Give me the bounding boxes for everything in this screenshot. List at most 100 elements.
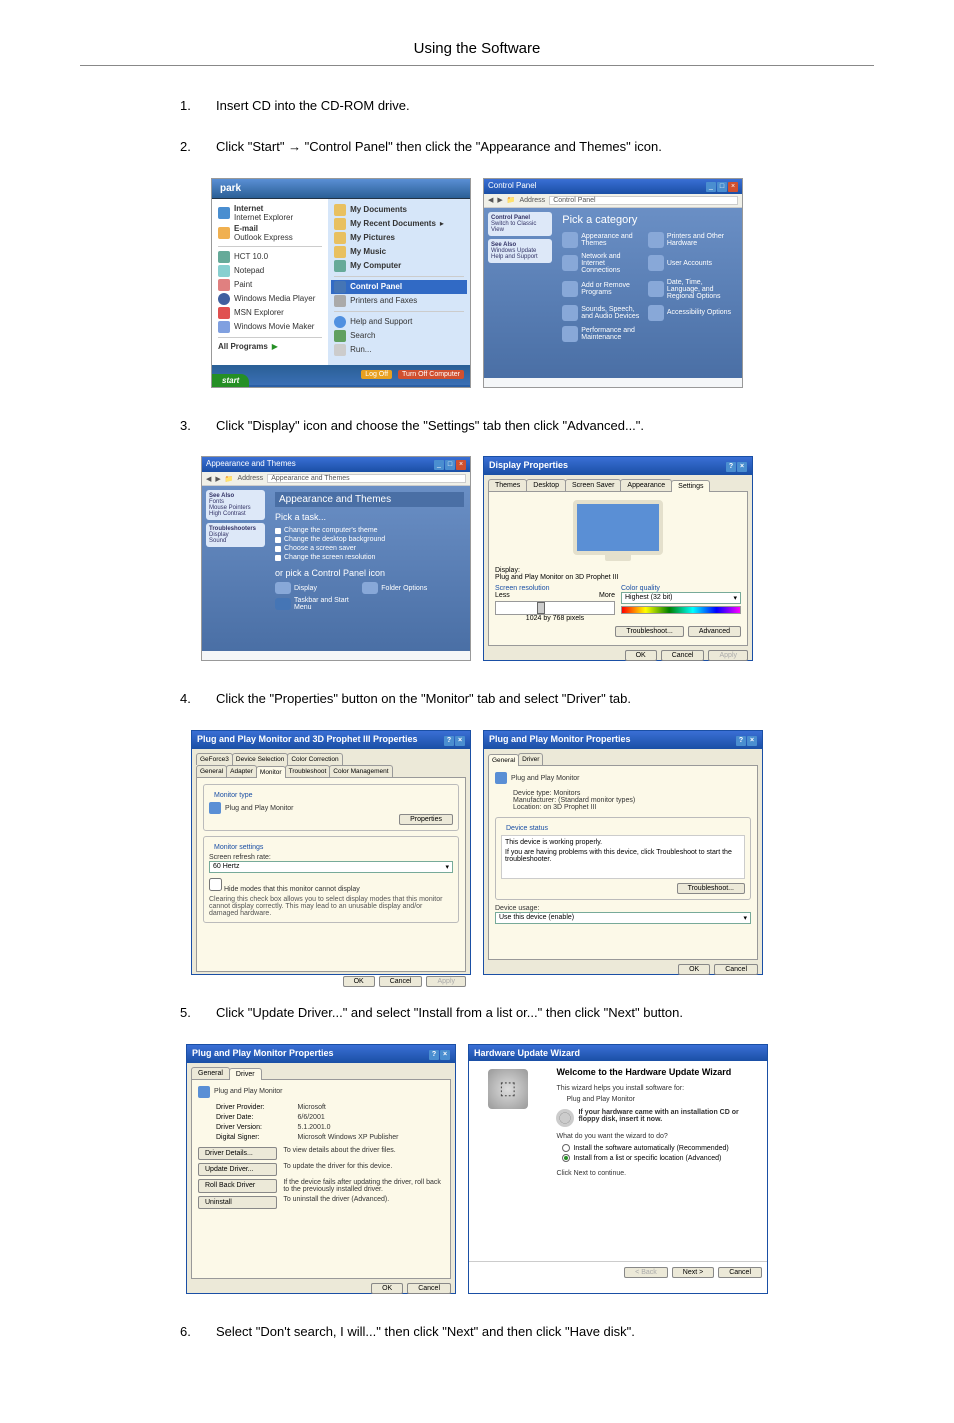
cat-accessibility[interactable]: Accessibility Options — [648, 305, 731, 321]
task-resolution[interactable]: Change the screen resolution — [275, 553, 464, 562]
tab-appearance[interactable]: Appearance — [620, 479, 672, 491]
startmenu-mydocs[interactable]: My Documents — [334, 203, 464, 217]
troubleshoot-button[interactable]: Troubleshoot... — [677, 883, 745, 894]
radio-advanced[interactable]: Install from a list or specific location… — [562, 1154, 757, 1162]
cancel-button[interactable]: Cancel — [379, 976, 423, 987]
tab-general[interactable]: General — [196, 765, 227, 777]
window-buttons[interactable]: _□× — [705, 181, 738, 192]
cancel-button[interactable]: Cancel — [714, 964, 758, 975]
updatedriver-button[interactable]: Update Driver... — [198, 1163, 277, 1176]
hidemodes-checkbox[interactable] — [209, 878, 222, 891]
startmenu-search[interactable]: Search — [334, 329, 464, 343]
uninstall-button[interactable]: Uninstall — [198, 1196, 277, 1209]
tab-adapter[interactable]: Adapter — [226, 765, 257, 777]
startmenu-wmp[interactable]: Windows Media Player — [218, 292, 322, 306]
tab-trouble[interactable]: Troubleshoot — [285, 765, 331, 777]
forward-icon[interactable]: ▶ — [497, 196, 502, 204]
startmenu-help[interactable]: Help and Support — [334, 315, 464, 329]
tab-settings[interactable]: Settings — [671, 480, 710, 492]
startmenu-internet[interactable]: InternetInternet Explorer — [218, 203, 322, 223]
driverdetails-button[interactable]: Driver Details... — [198, 1147, 277, 1160]
cat-printers[interactable]: Printers and Other Hardware — [648, 232, 731, 248]
ok-button[interactable]: OK — [678, 964, 710, 975]
cat-datetime[interactable]: Date, Time, Language, and Regional Optio… — [648, 279, 731, 300]
window-buttons[interactable]: ?× — [735, 734, 757, 746]
cat-sounds[interactable]: Sounds, Speech, and Audio Devices — [562, 305, 645, 321]
colorquality-select[interactable]: Highest (32 bit)▾ — [621, 592, 741, 604]
startmenu-recent[interactable]: My Recent Documents ▸ — [334, 217, 464, 231]
startmenu-run[interactable]: Run... — [334, 343, 464, 357]
tab-monitor[interactable]: Monitor — [256, 766, 286, 778]
cat-appearance[interactable]: Appearance and Themes — [562, 232, 645, 248]
rollback-button[interactable]: Roll Back Driver — [198, 1179, 277, 1193]
ok-button[interactable]: OK — [625, 650, 657, 661]
cancel-button[interactable]: Cancel — [407, 1283, 451, 1294]
resolution-slider[interactable] — [495, 601, 615, 615]
tab-devsel[interactable]: Device Selection — [232, 753, 288, 765]
radio-auto[interactable]: Install the software automatically (Reco… — [562, 1144, 757, 1152]
properties-button[interactable]: Properties — [399, 814, 453, 825]
tab-general[interactable]: General — [488, 754, 519, 766]
cat-performance[interactable]: Performance and Maintenance — [562, 326, 645, 342]
startmenu-email[interactable]: E-mailOutlook Express — [218, 223, 322, 243]
pick-task-heading: Pick a task... — [275, 512, 464, 522]
startmenu-paint[interactable]: Paint — [218, 278, 322, 292]
tab-driver[interactable]: Driver — [229, 1068, 262, 1080]
sound-icon — [562, 305, 578, 321]
startmenu-msn[interactable]: MSN Explorer — [218, 306, 322, 320]
tab-colormgmt[interactable]: Color Management — [329, 765, 392, 777]
startmenu-mycomp[interactable]: My Computer — [334, 259, 464, 273]
startmenu-hct[interactable]: HCT 10.0 — [218, 250, 322, 264]
addremove-icon — [562, 281, 578, 297]
cancel-button[interactable]: Cancel — [718, 1267, 762, 1278]
address-field[interactable]: Control Panel — [549, 196, 738, 205]
refresh-select[interactable]: 60 Hertz▾ — [209, 861, 453, 873]
window-buttons[interactable]: _□× — [433, 459, 466, 470]
ok-button[interactable]: OK — [343, 976, 375, 987]
task-theme[interactable]: Change the computer's theme — [275, 526, 464, 535]
start-button[interactable]: start — [212, 374, 249, 387]
task-background[interactable]: Change the desktop background — [275, 535, 464, 544]
tab-themes[interactable]: Themes — [488, 479, 527, 491]
back-icon[interactable]: ◀ — [488, 196, 493, 204]
advanced-button[interactable]: Advanced — [688, 626, 741, 637]
cancel-button[interactable]: Cancel — [661, 650, 705, 661]
cat-addremove[interactable]: Add or Remove Programs — [562, 281, 645, 297]
troubleshoot-button[interactable]: Troubleshoot... — [615, 626, 683, 637]
tab-general[interactable]: General — [191, 1067, 230, 1079]
logoff-button[interactable]: Log Off — [361, 370, 392, 379]
startmenu-music[interactable]: My Music — [334, 245, 464, 259]
tab-driver[interactable]: Driver — [518, 753, 543, 765]
cpicon-display[interactable]: Display — [275, 582, 360, 594]
tab-saver[interactable]: Screen Saver — [565, 479, 621, 491]
up-icon[interactable]: 📁 — [507, 196, 516, 204]
monitor-icon — [209, 802, 221, 814]
startmenu-all[interactable]: All Programs ▶ — [218, 341, 322, 352]
screenshot-step-3: Appearance and Themes_□× ◀▶📁AddressAppea… — [80, 456, 874, 661]
window-buttons[interactable]: ?× — [725, 460, 747, 472]
ok-button[interactable]: OK — [371, 1283, 403, 1294]
tab-colorcor[interactable]: Color Correction — [287, 753, 342, 765]
next-button[interactable]: Next > — [672, 1267, 714, 1278]
tab-gf3[interactable]: GeForce3 — [196, 753, 233, 765]
cat-users[interactable]: User Accounts — [648, 255, 731, 271]
turnoff-button[interactable]: Turn Off Computer — [398, 370, 464, 379]
startmenu-printers[interactable]: Printers and Faxes — [334, 294, 464, 308]
tab-desktop[interactable]: Desktop — [526, 479, 566, 491]
startmenu-notepad[interactable]: Notepad — [218, 264, 322, 278]
cpicon-folder[interactable]: Folder Options — [362, 582, 447, 594]
search-icon — [334, 330, 346, 342]
step-num: 4. — [180, 689, 198, 710]
window-buttons[interactable]: ?× — [443, 734, 465, 746]
startmenu-mm[interactable]: Windows Movie Maker — [218, 320, 322, 334]
task-screensaver[interactable]: Choose a screen saver — [275, 544, 464, 553]
deviceusage-select[interactable]: Use this device (enable)▾ — [495, 912, 751, 924]
window-buttons[interactable]: ?× — [428, 1048, 450, 1060]
ie-icon — [218, 207, 230, 219]
colorquality-label: Color quality — [621, 585, 660, 592]
startmenu-pics[interactable]: My Pictures — [334, 231, 464, 245]
cpicon-taskbar[interactable]: Taskbar and Start Menu — [275, 597, 360, 611]
cat-network[interactable]: Network and Internet Connections — [562, 253, 645, 274]
switch-view[interactable]: Switch to Classic View — [491, 221, 536, 233]
startmenu-controlpanel[interactable]: Control Panel — [331, 280, 467, 294]
